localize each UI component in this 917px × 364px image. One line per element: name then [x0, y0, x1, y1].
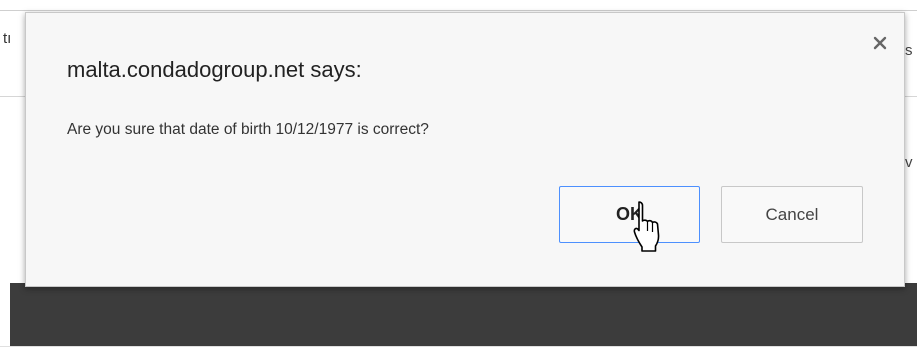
background-text-fragment: s	[905, 42, 913, 59]
background-text-fragment: v	[905, 154, 913, 171]
page-top-divider	[0, 10, 917, 11]
page-bottom-divider	[0, 346, 917, 347]
close-icon	[873, 36, 887, 50]
dialog-message: Are you sure that date of birth 10/12/19…	[67, 121, 429, 138]
dialog-title: malta.condadogroup.net says:	[67, 57, 362, 82]
close-button[interactable]	[868, 31, 892, 55]
cancel-button[interactable]: Cancel	[721, 186, 863, 243]
alert-dialog: malta.condadogroup.net says: Are you sur…	[25, 12, 905, 287]
page-footer-band	[10, 283, 917, 346]
ok-button[interactable]: OK	[559, 186, 700, 243]
background-text-fragment: tı	[3, 30, 12, 47]
browser-page: tı s v malta.condadogroup.net says: Are …	[0, 0, 917, 364]
